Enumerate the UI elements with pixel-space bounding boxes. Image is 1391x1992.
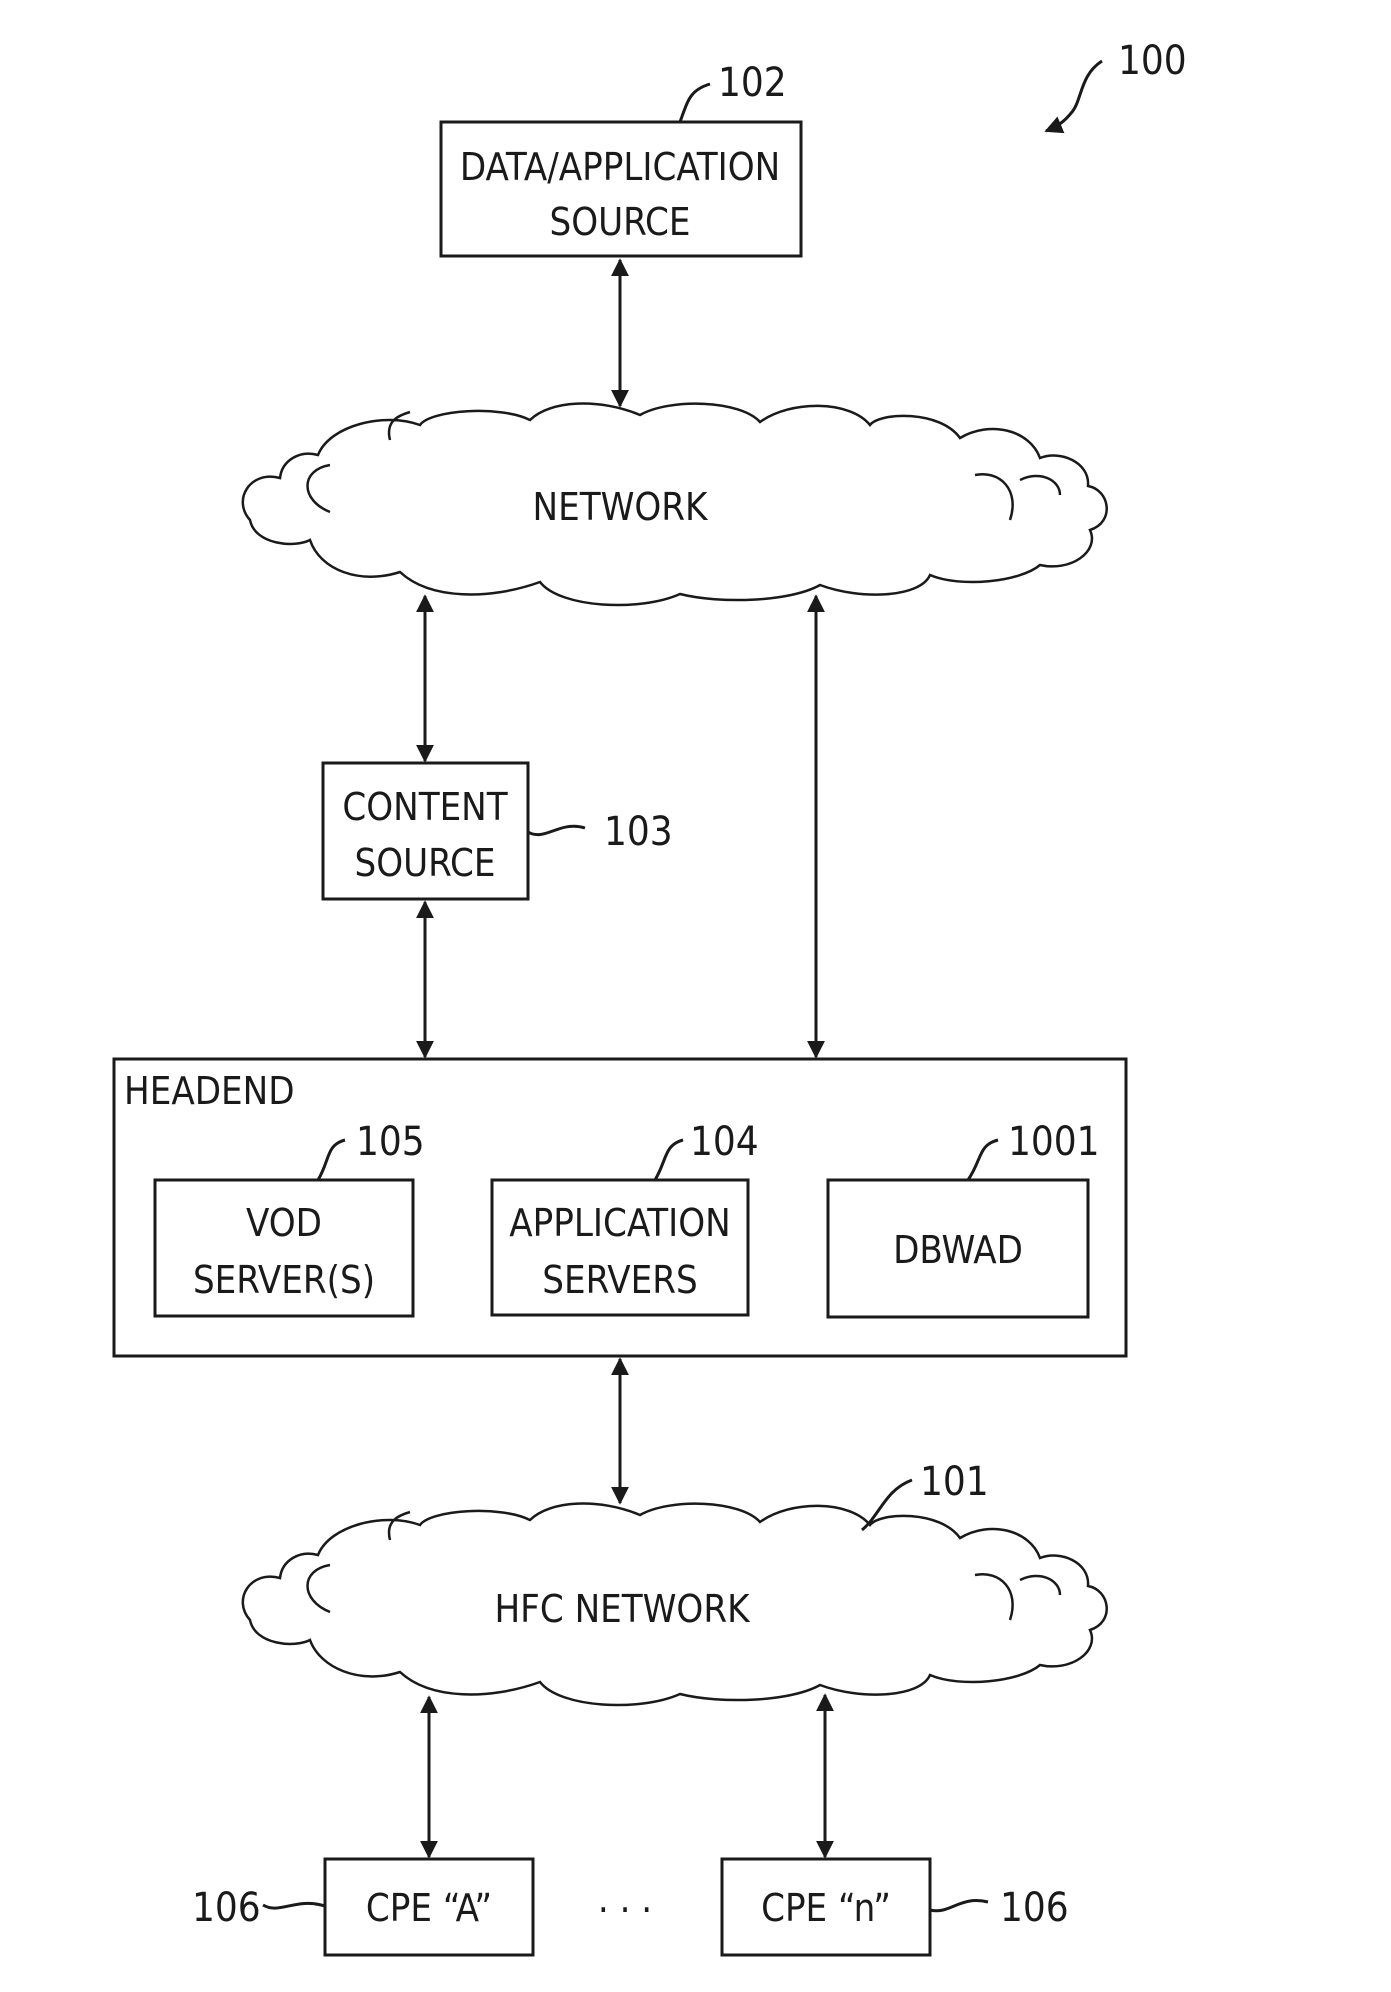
ref-1001: 1001 <box>1008 1119 1100 1165</box>
ref-leader-103 <box>527 824 586 837</box>
figure-ref-arrow <box>1044 59 1103 134</box>
system-diagram: 100 DATA/APPLICATION SOURCE 102 NETWORK … <box>112 38 1187 1957</box>
network-cloud: NETWORK <box>241 402 1108 607</box>
content-source-label-line2: SOURCE <box>355 841 496 885</box>
ref-101: 101 <box>920 1459 989 1505</box>
ref-leader-102 <box>678 82 711 123</box>
ref-103: 103 <box>604 809 673 855</box>
data-application-source-label-line2: SOURCE <box>550 200 691 244</box>
headend-label: HEADEND <box>124 1069 295 1113</box>
application-servers-label-line1: APPLICATION <box>509 1201 730 1245</box>
ref-leader-106-left <box>262 1901 326 1910</box>
cpe-n-node: CPE “n” 106 <box>720 1857 1069 1957</box>
headend-node: HEADEND VOD SERVER(S) 105 APPLICATION SE… <box>112 1057 1128 1358</box>
ref-104: 104 <box>690 1119 759 1165</box>
application-servers-label-line2: SERVERS <box>542 1258 697 1302</box>
content-source-label-line1: CONTENT <box>342 785 507 829</box>
ref-102: 102 <box>718 60 787 106</box>
cpe-a-node: CPE “A” 106 <box>192 1857 535 1957</box>
ref-106-right: 106 <box>1000 1885 1069 1931</box>
figure-ref-100: 100 <box>1044 38 1187 134</box>
ref-105: 105 <box>356 1119 425 1165</box>
cpe-a-label: CPE “A” <box>366 1886 492 1930</box>
data-application-source-label-line1: DATA/APPLICATION <box>460 145 780 189</box>
ref-leader-106-right <box>929 1899 989 1913</box>
hfc-network-cloud: HFC NETWORK 101 <box>241 1459 1108 1707</box>
hfc-network-label: HFC NETWORK <box>494 1587 751 1631</box>
vod-servers-label-line2: SERVER(S) <box>193 1258 375 1302</box>
data-application-source-node: DATA/APPLICATION SOURCE 102 <box>439 60 803 258</box>
content-source-node: CONTENT SOURCE 103 <box>321 761 673 901</box>
dbwad-label: DBWAD <box>893 1228 1023 1272</box>
figure-ref-number: 100 <box>1118 38 1187 84</box>
network-label: NETWORK <box>533 485 710 529</box>
cpe-ellipsis: . . . <box>598 1877 652 1921</box>
vod-servers-label-line1: VOD <box>246 1201 322 1245</box>
ref-106-left: 106 <box>192 1885 261 1931</box>
cpe-n-label: CPE “n” <box>761 1886 891 1930</box>
